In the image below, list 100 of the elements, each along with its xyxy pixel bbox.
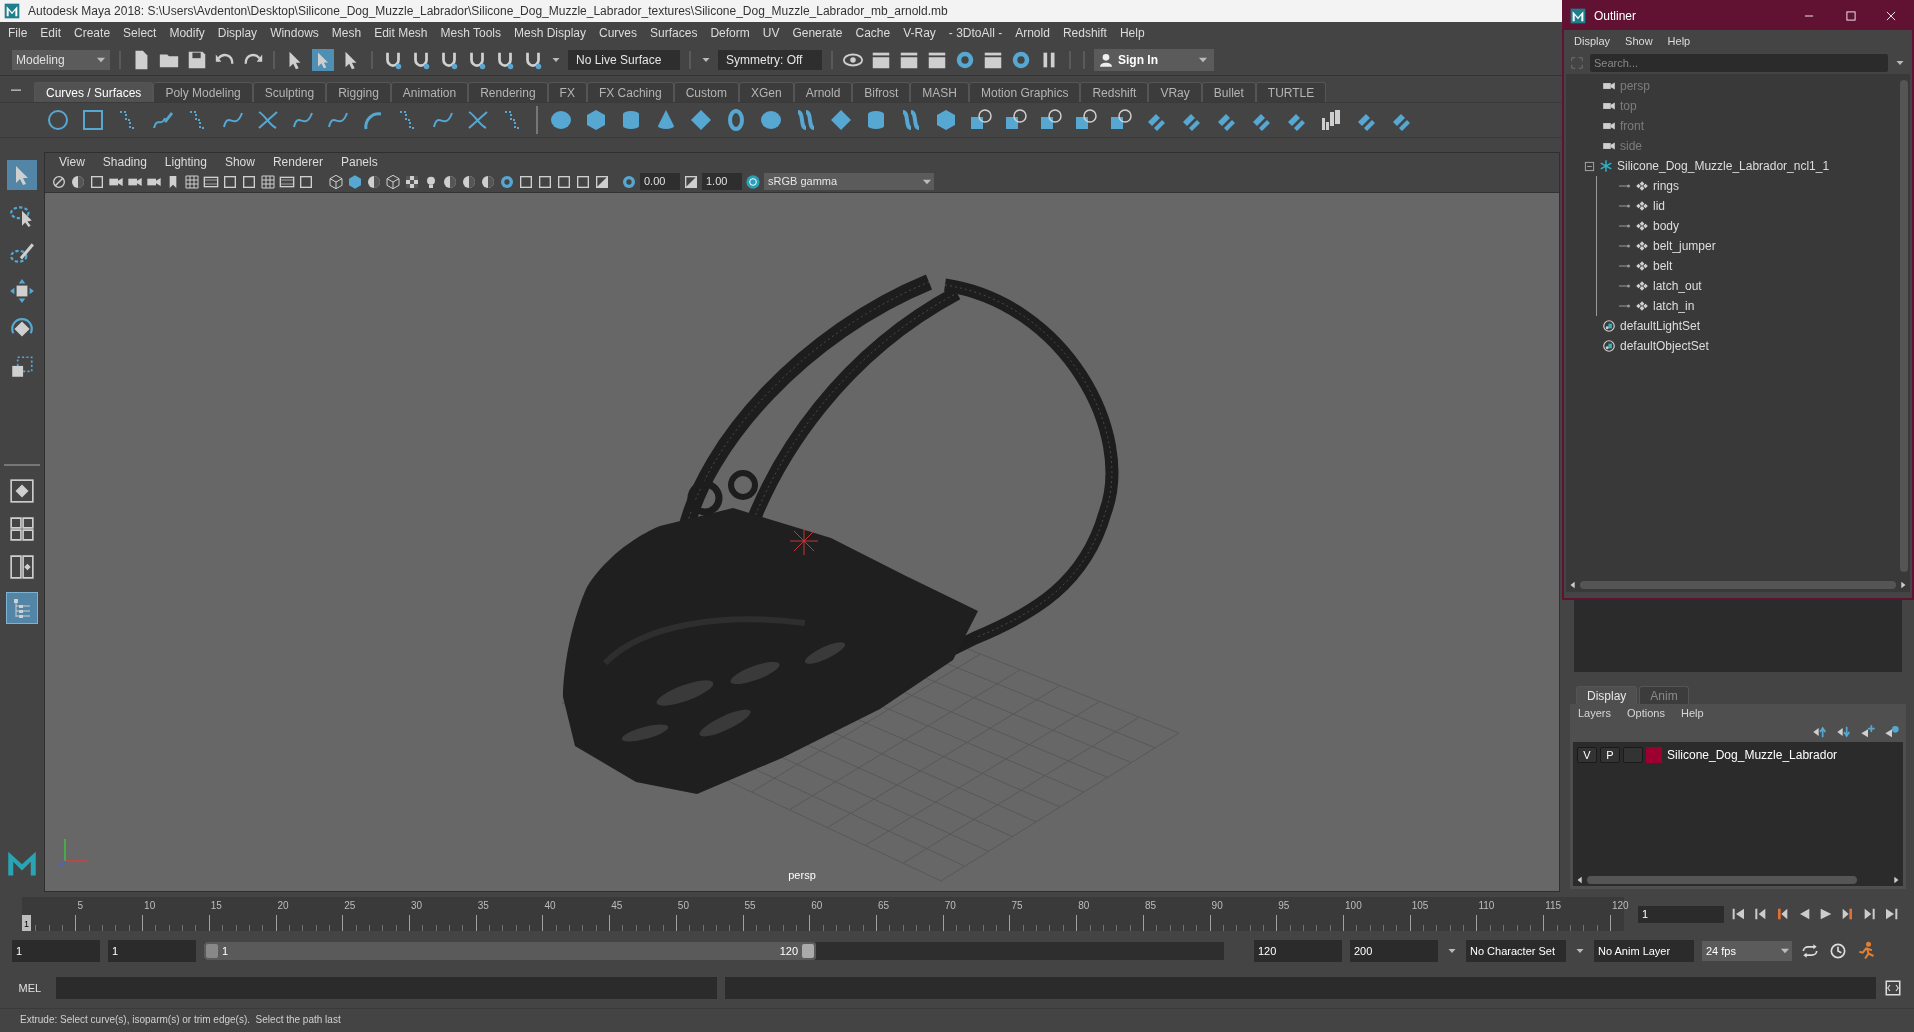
outliner-menu-item[interactable]: Help: [1667, 32, 1691, 50]
diamond-icon[interactable]: [689, 108, 713, 132]
close-icon[interactable]: [1884, 9, 1898, 23]
scroll-left-icon[interactable]: [1575, 875, 1585, 885]
playback-toggle[interactable]: P: [1600, 747, 1620, 763]
range-end-handle[interactable]: [802, 944, 814, 958]
color-management-icon[interactable]: [745, 173, 761, 190]
menu-item[interactable]: Curves: [599, 24, 638, 42]
anim-layer-field[interactable]: No Anim Layer: [1594, 940, 1694, 962]
menu-item[interactable]: UV: [762, 24, 780, 42]
menu-item[interactable]: Mesh: [331, 24, 362, 42]
squares-icon[interactable]: [969, 108, 993, 132]
gamma-field[interactable]: 1.00: [702, 173, 742, 190]
visibility-toggle[interactable]: V: [1577, 747, 1597, 763]
square-icon[interactable]: [556, 173, 572, 190]
sign-in-button[interactable]: Sign In: [1094, 48, 1214, 71]
move-layer-up-icon[interactable]: [1812, 724, 1828, 740]
outliner-item[interactable]: body: [1653, 217, 1680, 235]
menu-item[interactable]: Windows: [270, 24, 319, 42]
crossed-curves-icon[interactable]: [466, 108, 490, 132]
shelf-tab[interactable]: MASH: [910, 82, 970, 102]
layer-editor-tab[interactable]: Display: [1576, 686, 1638, 704]
scroll-right-icon[interactable]: [1898, 580, 1908, 590]
bars-icon[interactable]: [1319, 108, 1343, 132]
menu-item[interactable]: Select: [123, 24, 157, 42]
shelf-tab[interactable]: Rendering: [468, 82, 548, 102]
menu-item[interactable]: Deform: [710, 24, 750, 42]
end-frame-field[interactable]: 200: [1350, 940, 1438, 962]
character-set-field[interactable]: No Character Set: [1466, 940, 1566, 962]
fps-dropdown[interactable]: 24 fps: [1702, 941, 1792, 961]
square-icon[interactable]: [241, 173, 257, 190]
playback-start-field[interactable]: 1: [108, 940, 196, 962]
layer-menu-item[interactable]: Layers: [1578, 704, 1612, 722]
symmetry-field[interactable]: Symmetry: Off: [718, 49, 822, 70]
ring-icon[interactable]: [499, 173, 515, 190]
horizontal-scrollbar[interactable]: [1587, 876, 1857, 884]
menu-item[interactable]: Redshift: [1062, 24, 1107, 42]
square-icon[interactable]: [537, 173, 553, 190]
shelf-tab[interactable]: Custom: [673, 82, 739, 102]
range-start-handle[interactable]: [206, 944, 218, 958]
shelf-tab[interactable]: Bifrost: [852, 82, 911, 102]
layer-color-swatch[interactable]: [1646, 747, 1662, 763]
four-pane-icon[interactable]: [9, 516, 35, 542]
current-frame-field[interactable]: 1: [1638, 905, 1724, 923]
two-pane-icon[interactable]: [9, 554, 35, 580]
outliner-item[interactable]: belt: [1653, 257, 1673, 275]
squares-icon[interactable]: [1074, 108, 1098, 132]
menu-item[interactable]: Edit Mesh: [374, 24, 428, 42]
wireframe-cube-icon[interactable]: [328, 173, 344, 190]
current-frame-marker[interactable]: 1: [22, 915, 31, 931]
loop-icon[interactable]: [1800, 941, 1820, 961]
diamond-icon[interactable]: [829, 108, 853, 132]
menu-item[interactable]: Help: [1119, 24, 1145, 42]
shelf-tab[interactable]: Animation: [390, 82, 469, 102]
new-layer-selected-icon[interactable]: [1884, 724, 1900, 740]
skip-to-end-icon[interactable]: [1884, 906, 1900, 922]
outliner-item[interactable]: rings: [1653, 177, 1679, 195]
shelf-tab[interactable]: Bullet: [1201, 82, 1256, 102]
outliner-menu-item[interactable]: Display: [1574, 32, 1611, 50]
exposure-field[interactable]: 0.00: [640, 173, 680, 190]
shelf-tab[interactable]: Motion Graphics: [969, 82, 1081, 102]
squares-icon[interactable]: [1039, 108, 1063, 132]
outliner-item[interactable]: lid: [1653, 197, 1665, 215]
gamma-icon[interactable]: [683, 173, 699, 190]
aperture-icon[interactable]: [621, 173, 637, 190]
menu-item[interactable]: File: [8, 24, 28, 42]
playback-end-field[interactable]: 120: [1254, 940, 1342, 962]
cube-icon[interactable]: [584, 108, 608, 132]
search-field[interactable]: Search...: [1590, 54, 1888, 72]
panel-menu-item[interactable]: Show: [224, 153, 255, 171]
menu-item[interactable]: Surfaces: [650, 24, 698, 42]
maximize-icon[interactable]: [1844, 9, 1858, 23]
shelf-tab[interactable]: Rigging: [326, 82, 391, 102]
panel-menu-item[interactable]: Renderer: [272, 153, 323, 171]
checker-icon[interactable]: [404, 173, 420, 190]
squares-icon[interactable]: [1004, 108, 1028, 132]
outliner-item[interactable]: defaultLightSet: [1620, 317, 1701, 335]
previous-key-icon[interactable]: [1752, 906, 1768, 922]
sphere-icon[interactable]: [442, 173, 458, 190]
move-layer-down-icon[interactable]: [1836, 724, 1852, 740]
shelf-tab[interactable]: TURTLE: [1255, 82, 1327, 102]
square-icon[interactable]: [81, 108, 105, 132]
outliner-item[interactable]: belt_jumper: [1653, 237, 1716, 255]
menu-item[interactable]: Generate: [792, 24, 843, 42]
command-input-field[interactable]: [55, 977, 717, 999]
cube-icon[interactable]: [347, 173, 363, 190]
sphere-icon[interactable]: [759, 108, 783, 132]
outliner-menu-item[interactable]: Show: [1625, 32, 1653, 50]
scale-icon[interactable]: [9, 354, 35, 380]
layer-menu-item[interactable]: Options: [1627, 704, 1665, 722]
move-icon[interactable]: [9, 278, 35, 304]
wireframe-cube-icon[interactable]: [385, 173, 401, 190]
menu-item[interactable]: Modify: [169, 24, 205, 42]
select-object-button[interactable]: [312, 48, 334, 71]
outliner-layout-button[interactable]: [6, 592, 38, 624]
menu-item[interactable]: Mesh Display: [514, 24, 587, 42]
shelf-tab[interactable]: FX Caching: [586, 82, 674, 102]
square-icon[interactable]: [222, 173, 238, 190]
sphere-icon[interactable]: [480, 173, 496, 190]
next-key-icon[interactable]: [1862, 906, 1878, 922]
